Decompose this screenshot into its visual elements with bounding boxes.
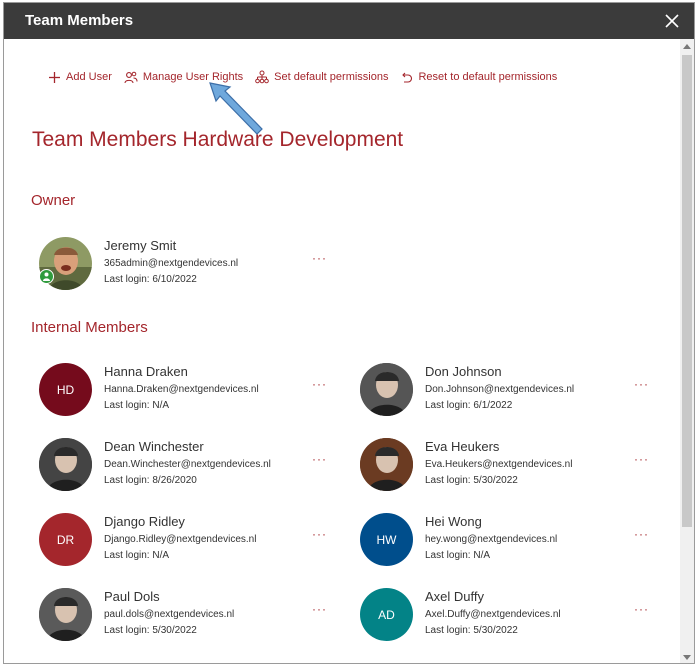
member-email: hey.wong@nextgendevices.nl: [425, 534, 558, 545]
member-card: Eva Heukers Eva.Heukers@nextgendevices.nl…: [360, 438, 660, 494]
avatar: AD: [360, 588, 413, 641]
team-members-dialog: Team Members Add User Manage User Rights…: [3, 2, 695, 664]
undo-icon: [402, 72, 413, 83]
member-last-login: Last login: N/A: [104, 550, 170, 561]
page-title: Team Members Hardware Development: [32, 128, 404, 151]
scroll-up-icon[interactable]: [683, 44, 691, 49]
dialog-title: Team Members: [25, 12, 134, 29]
member-last-login: Last login: 6/1/2022: [425, 400, 513, 411]
owner-section-heading: Owner: [31, 192, 76, 209]
scroll-down-icon[interactable]: [683, 655, 691, 660]
more-options-button[interactable]: ···: [634, 377, 649, 391]
set-default-permissions-label: Set default permissions: [274, 71, 389, 83]
member-name: Don Johnson: [425, 364, 502, 379]
member-name: Axel Duffy: [425, 589, 485, 604]
member-email: Hanna.Draken@nextgendevices.nl: [104, 384, 259, 395]
member-name: Dean Winchester: [104, 439, 204, 454]
member-last-login: Last login: N/A: [425, 550, 491, 561]
more-options-button[interactable]: ···: [312, 251, 327, 265]
add-user-label: Add User: [66, 71, 112, 83]
avatar-initials: HD: [56, 382, 75, 397]
vertical-scrollbar[interactable]: [680, 39, 694, 663]
dialog-titlebar: Team Members: [4, 3, 694, 39]
member-last-login: Last login: N/A: [104, 400, 170, 411]
member-email: Eva.Heukers@nextgendevices.nl: [425, 459, 573, 470]
avatar: [360, 438, 413, 491]
member-last-login: Last login: 5/30/2022: [425, 625, 518, 636]
member-name: Paul Dols: [104, 589, 160, 604]
more-options-button[interactable]: ···: [312, 377, 327, 391]
member-last-login: Last login: 8/26/2020: [104, 475, 197, 486]
more-options-button[interactable]: ···: [312, 452, 327, 466]
member-card: DR Django Ridley Django.Ridley@nextgendevi…: [39, 513, 339, 569]
avatar: HW: [360, 513, 413, 566]
member-name: Eva Heukers: [425, 439, 500, 454]
dialog-content: Add User Manage User Rights Set default …: [4, 39, 680, 663]
avatar: [39, 588, 92, 641]
member-name: Hanna Draken: [104, 364, 188, 379]
more-options-button[interactable]: ···: [312, 527, 327, 541]
more-options-button[interactable]: ···: [634, 452, 649, 466]
member-email: 365admin@nextgendevices.nl: [104, 258, 239, 269]
avatar: DR: [39, 513, 92, 566]
member-email: Don.Johnson@nextgendevices.nl: [425, 384, 575, 395]
avatar-initials: HW: [376, 532, 397, 547]
owner-card: Jeremy Smit 365admin@nextgendevices.nl L…: [39, 237, 339, 293]
member-email: Dean.Winchester@nextgendevices.nl: [104, 459, 271, 470]
member-card: Dean Winchester Dean.Winchester@nextgende…: [39, 438, 339, 494]
reset-default-permissions-label: Reset to default permissions: [418, 71, 558, 83]
member-card: Don Johnson Don.Johnson@nextgendevices.nl…: [360, 363, 660, 419]
member-name: Jeremy Smit: [104, 238, 177, 253]
avatar: [360, 363, 413, 416]
internal-members-section-heading: Internal Members: [31, 319, 148, 336]
member-last-login: Last login: 5/30/2022: [425, 475, 518, 486]
action-toolbar: Add User Manage User Rights Set default …: [48, 67, 569, 87]
member-card: HD Hanna Draken Hanna.Draken@nextgendevice…: [39, 363, 339, 419]
member-email: Django.Ridley@nextgendevices.nl: [104, 534, 257, 545]
avatar-initials: DR: [56, 532, 75, 547]
member-name: Hei Wong: [425, 514, 482, 529]
avatar: [39, 438, 92, 491]
reset-default-permissions-button[interactable]: Reset to default permissions: [400, 71, 557, 84]
more-options-button[interactable]: ···: [634, 602, 649, 616]
member-last-login: Last login: 5/30/2022: [104, 625, 197, 636]
member-email: Axel.Duffy@nextgendevices.nl: [425, 609, 561, 620]
owner-badge-icon: [39, 269, 54, 284]
member-email: paul.dols@nextgendevices.nl: [104, 609, 235, 620]
users-icon: [124, 71, 138, 83]
set-default-permissions-button[interactable]: Set default permissions: [255, 70, 388, 84]
more-options-button[interactable]: ···: [634, 527, 649, 541]
scroll-thumb[interactable]: [682, 55, 692, 527]
add-user-button[interactable]: Add User: [48, 71, 112, 84]
member-card: Paul Dols paul.dols@nextgendevices.nl Last…: [39, 588, 339, 644]
member-card: AD Axel Duffy Axel.Duffy@nextgendevices.nl…: [360, 588, 660, 644]
more-options-button[interactable]: ···: [312, 602, 327, 616]
member-card: HW Hei Wong hey.wong@nextgendevices.nl Last…: [360, 513, 660, 569]
avatar-initials: AD: [378, 607, 395, 622]
avatar: HD: [39, 363, 92, 416]
member-last-login: Last login: 6/10/2022: [104, 274, 197, 285]
plus-icon: [49, 71, 60, 83]
close-icon[interactable]: [662, 11, 682, 31]
member-name: Django Ridley: [104, 514, 185, 529]
